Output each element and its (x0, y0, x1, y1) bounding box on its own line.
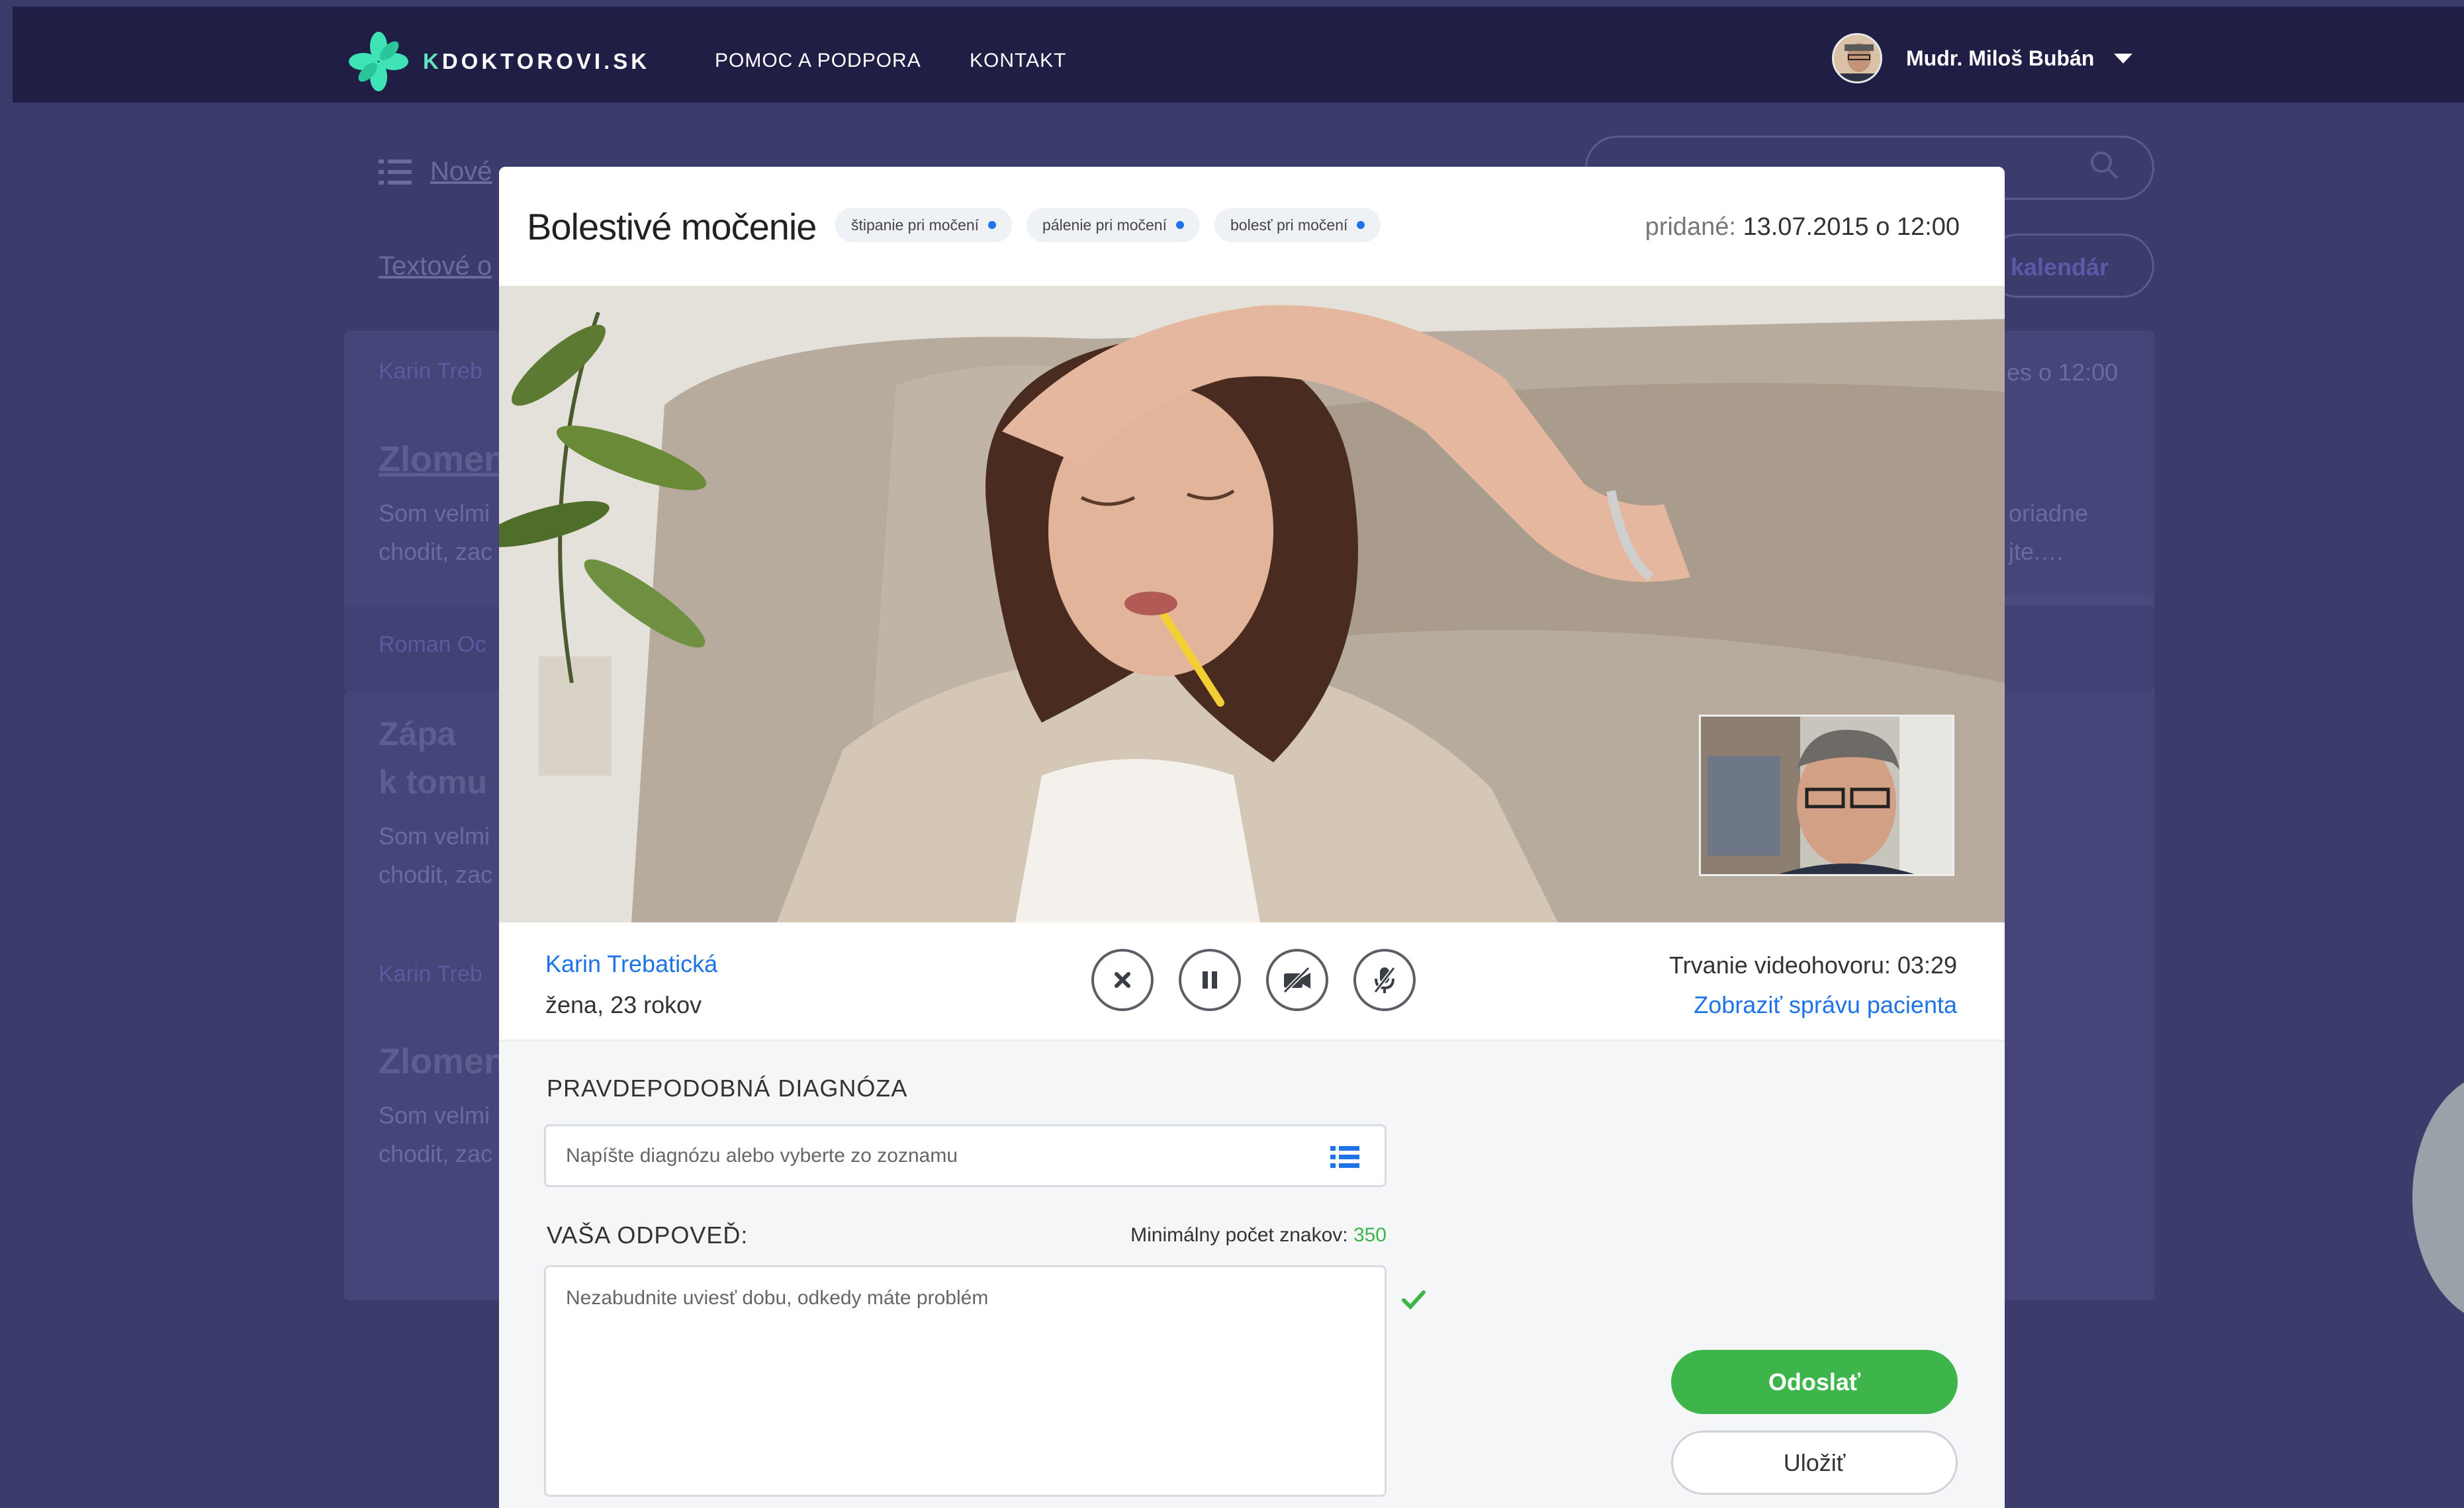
card-author: Karin Treb (379, 359, 482, 384)
card-time: es o 12:00 (2007, 359, 2119, 386)
doctor-self-view[interactable] (1699, 715, 1954, 876)
video-off-icon (1283, 967, 1310, 993)
patient-name-link[interactable]: Karin Trebatická (545, 950, 717, 978)
card-author: Roman Oc (379, 632, 486, 657)
nav-help[interactable]: POMOC A PODPORA (715, 50, 921, 72)
min-chars-counter: Minimálny počet znakov: 350 (1130, 1224, 1387, 1246)
card-text: oriadne (2009, 500, 2089, 527)
added-date: pridané: 13.07.2015 o 12:00 (1645, 213, 1960, 241)
dot-icon (1357, 221, 1365, 229)
logo-text: KDOKTOROVI.SK (423, 49, 651, 73)
chevron-down-icon[interactable] (2114, 53, 2133, 64)
response-form: PRAVDEPODOBNÁ DIAGNÓZA Napíšte diagnózu … (499, 1042, 2005, 1508)
card-title[interactable]: Zlomen (379, 439, 506, 480)
card-title[interactable]: Zápa (379, 715, 456, 753)
card-author: Karin Treb (379, 961, 482, 987)
card-text: jte.… (2009, 538, 2065, 565)
card-text: chodit, zac (379, 1140, 493, 1167)
symptom-chip[interactable]: pálenie pri močení (1027, 208, 1200, 242)
pause-button[interactable] (1179, 949, 1241, 1011)
symptom-chips: štipanie pri močení pálenie pri močení b… (835, 208, 1381, 242)
answer-placeholder: Nezabudnite uviesť dobu, odkedy máte pro… (566, 1287, 989, 1309)
symptom-chip[interactable]: štipanie pri močení (835, 208, 1013, 242)
call-controls (1091, 949, 1416, 1011)
card-text: Som velmi (379, 822, 490, 850)
modal-header: Bolestivé močenie štipanie pri močení pá… (499, 167, 2005, 286)
nav-contact[interactable]: KONTAKT (970, 50, 1066, 72)
call-duration: Trvanie videohovoru: 03:29 (1669, 952, 1957, 979)
patient-video[interactable] (499, 286, 2005, 922)
patient-info: žena, 23 rokov (545, 991, 702, 1018)
brand-logo[interactable]: KDOKTOROVI.SK (349, 32, 650, 91)
doctor-video-image (1701, 717, 1952, 874)
checkmark-icon (1402, 1286, 1426, 1316)
show-patient-report-link[interactable]: Zobraziť správu pacienta (1694, 991, 1957, 1019)
list-select-icon[interactable] (1330, 1146, 1359, 1169)
avatar (1832, 33, 1882, 83)
card-title[interactable]: k tomu (379, 763, 487, 801)
close-icon (1115, 972, 1130, 988)
answer-label: VAŠA ODPOVEĎ: (547, 1221, 749, 1249)
card-text: chodit, zac (379, 861, 493, 888)
camera-toggle-button[interactable] (1266, 949, 1328, 1011)
top-navigation-bar: KDOKTOROVI.SK POMOC A PODPORA KONTAKT Mu… (13, 7, 2464, 103)
dot-icon (988, 221, 997, 229)
call-info-bar: Karin Trebatická žena, 23 rokov Trvanie … (499, 922, 2005, 1042)
calendar-button-label: kalendár (2011, 253, 2109, 281)
pause-icon (1203, 971, 1217, 989)
card-title[interactable]: Zlomen (379, 1041, 506, 1082)
card-text: chodit, zac (379, 538, 493, 565)
mute-button[interactable] (1353, 949, 1416, 1011)
microphone-off-icon (1373, 967, 1396, 993)
send-button[interactable]: Odoslať (1671, 1350, 1958, 1414)
modal-title: Bolestivé močenie (527, 206, 817, 247)
answer-textarea[interactable]: Nezabudnite uviesť dobu, odkedy máte pro… (544, 1265, 1387, 1497)
logo-cross-icon (349, 32, 408, 91)
end-call-button[interactable] (1091, 949, 1154, 1011)
user-menu[interactable]: Mudr. Miloš Bubán (1832, 33, 2133, 83)
video-consultation-modal: Bolestivé močenie štipanie pri močení pá… (499, 167, 2005, 1508)
list-icon (379, 157, 412, 189)
text-consultations-label[interactable]: Textové o (379, 251, 492, 281)
diagnosis-placeholder: Napíšte diagnózu alebo vyberte zo zoznam… (566, 1144, 958, 1167)
dot-icon (1176, 221, 1184, 229)
search-icon[interactable] (2088, 149, 2120, 181)
card-text: Som velmi (379, 1102, 490, 1129)
symptom-chip[interactable]: bolesť pri močení (1214, 208, 1381, 242)
tab-new[interactable]: Nové (430, 157, 492, 187)
diagnosis-input[interactable]: Napíšte diagnózu alebo vyberte zo zoznam… (544, 1124, 1387, 1187)
user-name: Mudr. Miloš Bubán (1906, 46, 2095, 70)
diagnosis-label: PRAVDEPODOBNÁ DIAGNÓZA (547, 1075, 908, 1102)
save-button[interactable]: Uložiť (1671, 1431, 1958, 1495)
card-text: Som velmi (379, 500, 490, 527)
